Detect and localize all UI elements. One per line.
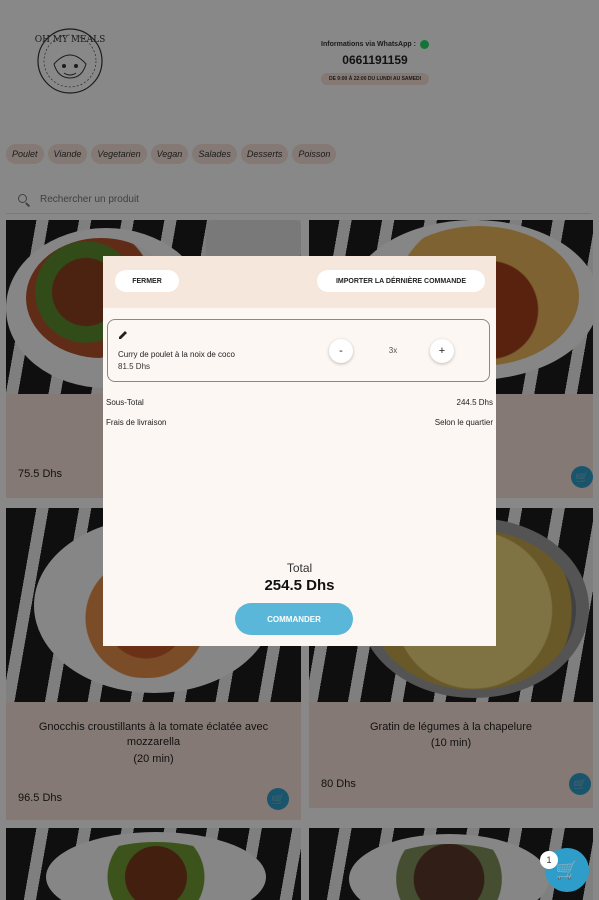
delivery-row: Frais de livraison Selon le quartier [106, 418, 493, 427]
import-last-order-button[interactable]: IMPORTER LA DÉRNIÈRE COMMANDE [317, 270, 485, 292]
close-button[interactable]: FERMER [115, 270, 179, 292]
cart-icon: 🛒 [555, 859, 579, 880]
edit-icon[interactable] [118, 330, 128, 340]
subtotal-row: Sous-Total 244.5 Dhs [106, 398, 493, 407]
cart-item-quantity: 3x [388, 346, 398, 355]
cart-item: Curry de poulet à la noix de coco 81.5 D… [107, 319, 490, 382]
total-label: Total [286, 561, 313, 575]
delivery-value: Selon le quartier [434, 418, 493, 427]
subtotal-label: Sous-Total [106, 398, 144, 407]
total-value: 254.5 Dhs [264, 577, 335, 594]
cart-item-price: 81.5 Dhs [118, 362, 151, 371]
delivery-label: Frais de livraison [106, 418, 167, 427]
decrease-quantity-button[interactable]: - [329, 339, 353, 363]
cart-modal: FERMER IMPORTER LA DÉRNIÈRE COMMANDE Cur… [103, 256, 496, 646]
cart-item-name: Curry de poulet à la noix de coco [118, 350, 235, 359]
modal-header: FERMER IMPORTER LA DÉRNIÈRE COMMANDE [103, 256, 496, 308]
order-button[interactable]: COMMANDER [235, 603, 353, 635]
increase-quantity-button[interactable]: + [430, 339, 454, 363]
subtotal-value: 244.5 Dhs [456, 398, 493, 407]
cart-count-badge: 1 [540, 851, 558, 869]
